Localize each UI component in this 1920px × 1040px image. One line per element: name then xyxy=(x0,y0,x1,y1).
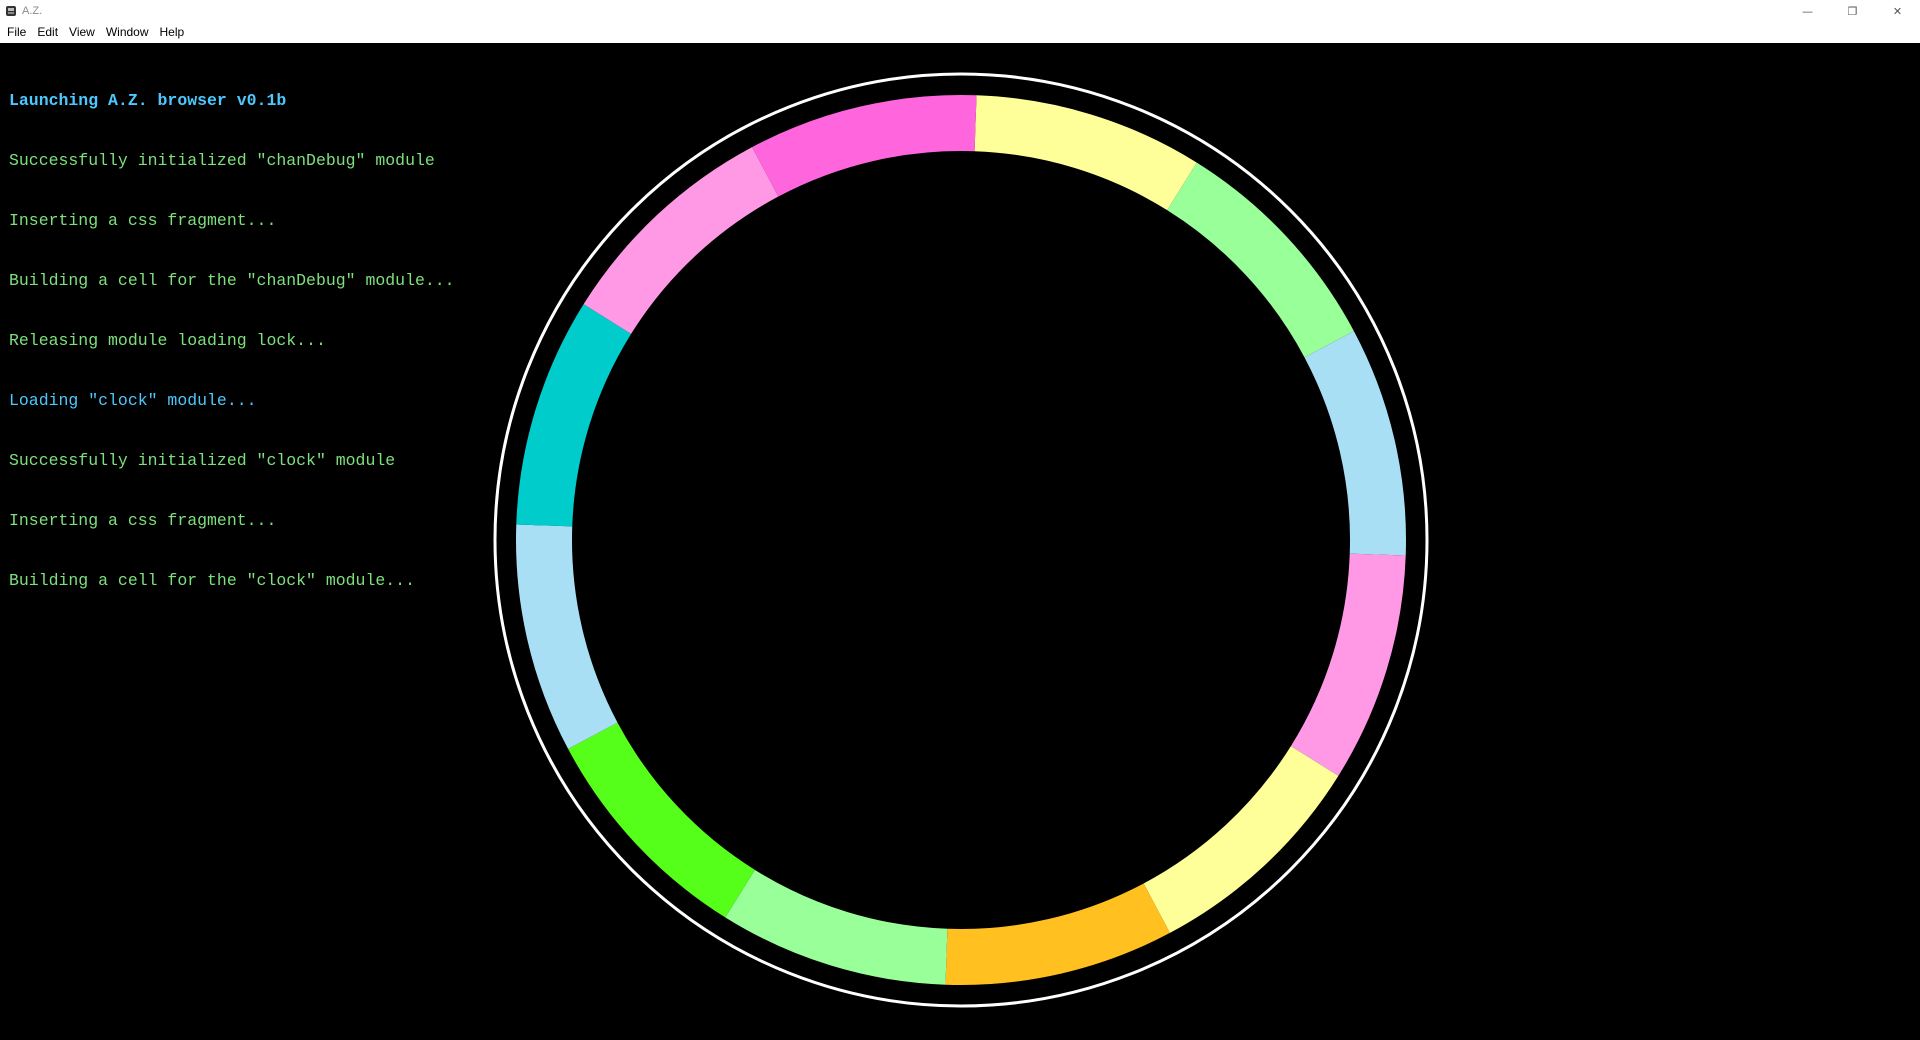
minimize-icon: — xyxy=(1802,4,1813,18)
clock-segment xyxy=(1167,162,1354,358)
clock-segment xyxy=(945,883,1170,986)
title-bar[interactable]: A.Z. — ❐ ✕ xyxy=(0,0,1920,22)
clock-segment xyxy=(516,304,632,527)
clock-segment xyxy=(974,95,1197,211)
clock-outline-ring xyxy=(493,72,1429,1008)
clock-segment xyxy=(1304,331,1406,556)
menu-view[interactable]: View xyxy=(65,22,99,43)
clock-segment xyxy=(725,869,948,985)
app-icon xyxy=(6,6,16,16)
menu-help[interactable]: Help xyxy=(156,22,189,43)
clock-segments xyxy=(516,95,1406,986)
clock-segment xyxy=(1143,746,1339,933)
clock-segment xyxy=(516,524,618,749)
minimize-button[interactable]: — xyxy=(1785,0,1830,22)
clock-segment xyxy=(1290,553,1406,776)
menu-bar: File Edit View Window Help xyxy=(0,22,1920,43)
app-window: A.Z. — ❐ ✕ File Edit View Window Help La… xyxy=(0,0,1920,1040)
clock-segment xyxy=(752,95,977,197)
restore-icon: ❐ xyxy=(1847,4,1858,18)
clock-segment xyxy=(568,722,755,918)
restore-button[interactable]: ❐ xyxy=(1830,0,1875,22)
window-controls: — ❐ ✕ xyxy=(1785,0,1920,22)
menu-file[interactable]: File xyxy=(3,22,30,43)
close-button[interactable]: ✕ xyxy=(1875,0,1920,22)
clock-widget xyxy=(493,72,1429,1008)
close-icon: ✕ xyxy=(1892,4,1903,18)
window-title: A.Z. xyxy=(22,5,43,17)
main-content: Launching A.Z. browser v0.1b Successfull… xyxy=(0,43,1920,1040)
menu-edit[interactable]: Edit xyxy=(33,22,62,43)
clock-segment xyxy=(583,147,779,334)
menu-window[interactable]: Window xyxy=(102,22,153,43)
